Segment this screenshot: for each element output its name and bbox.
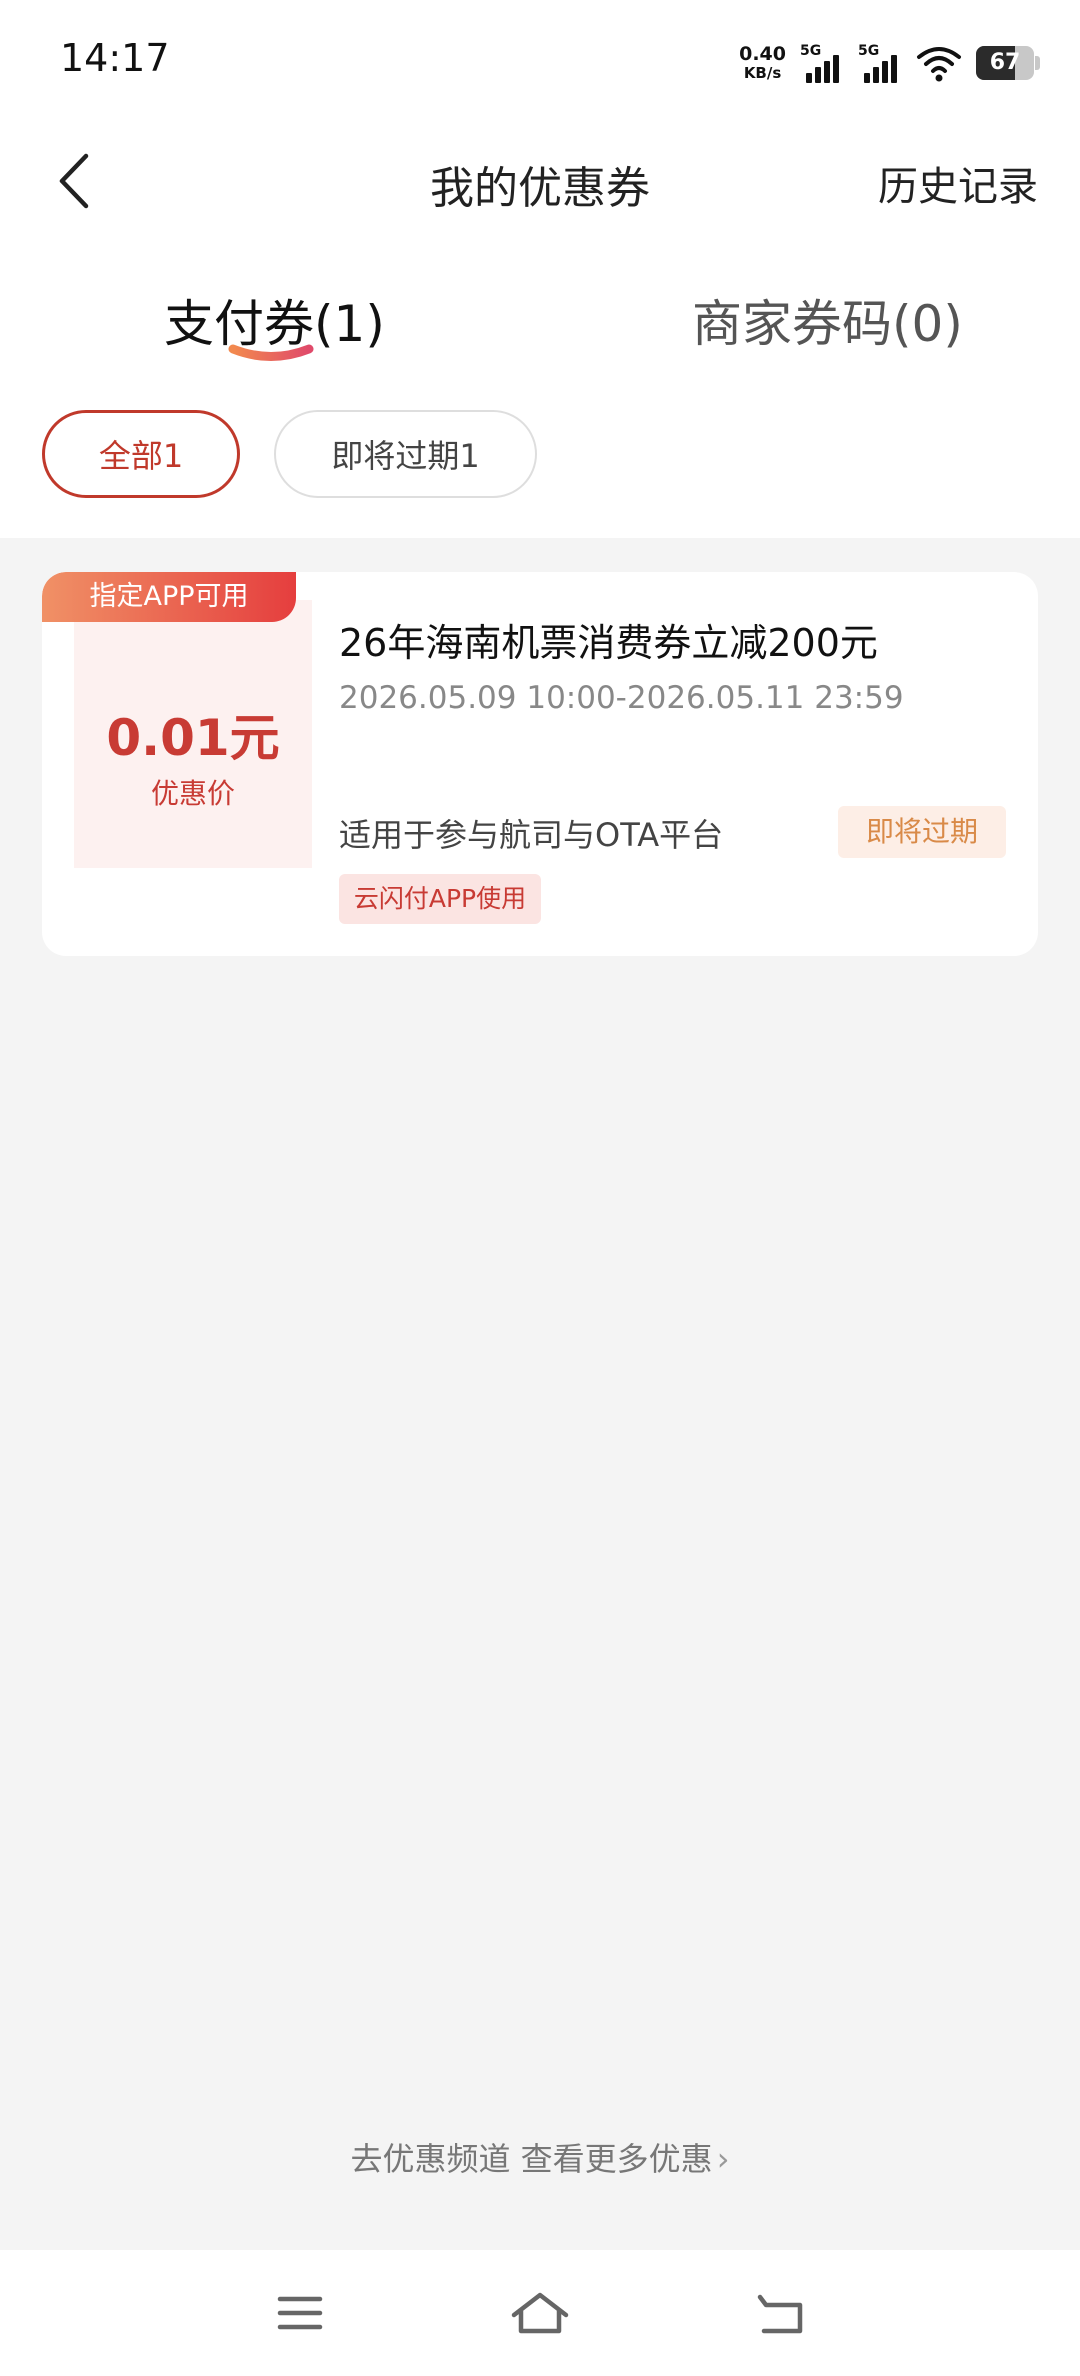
battery-icon: 67 — [976, 46, 1040, 80]
home-icon[interactable] — [490, 2250, 590, 2376]
filter-expiring-label: 即将过期1 — [331, 437, 480, 475]
expiring-badge: 即将过期 — [838, 806, 1006, 858]
tab-merchant-codes[interactable]: 商家券码(0) — [692, 284, 963, 356]
wifi-icon — [917, 47, 961, 82]
filter-all-label: 全部1 — [98, 437, 184, 475]
tab-active-indicator — [228, 344, 314, 361]
coupon-card[interactable]: 0.01元 优惠价 指定APP可用 26年海南机票消费券立减200元 2026.… — [42, 572, 1038, 956]
status-time: 14:17 — [60, 36, 170, 80]
signal-icon: 5G — [800, 43, 844, 83]
signal-label: 5G — [858, 43, 880, 59]
signal-icon: 5G — [858, 43, 902, 83]
app-tag: 云闪付APP使用 — [339, 874, 541, 924]
menu-icon[interactable] — [250, 2250, 350, 2376]
signal-label: 5G — [800, 43, 822, 59]
back-icon[interactable] — [730, 2250, 830, 2376]
app-only-badge: 指定APP可用 — [42, 572, 296, 622]
history-button[interactable]: 历史记录 — [878, 154, 1038, 212]
coupon-price-box: 0.01元 优惠价 — [74, 600, 312, 868]
coupon-title: 26年海南机票消费券立减200元 — [339, 621, 878, 665]
status-icons: 0.40 KB/s 5G 5G 67 — [739, 38, 1040, 88]
more-offers-link[interactable]: 去优惠频道 查看更多优惠 › — [0, 2134, 1080, 2180]
coupon-price-label: 优惠价 — [150, 777, 235, 810]
filter-expiring[interactable]: 即将过期1 — [274, 410, 537, 498]
network-speed-value: 0.40 — [739, 43, 786, 65]
chevron-right-icon: › — [716, 2140, 730, 2178]
coupon-price: 0.01元 — [106, 709, 280, 767]
network-speed-unit: KB/s — [743, 64, 782, 82]
coupon-scope: 适用于参与航司与OTA平台 — [339, 816, 724, 854]
filter-all[interactable]: 全部1 — [42, 410, 240, 498]
chevron-left-icon[interactable] — [52, 150, 102, 212]
coupon-validity: 2026.05.09 10:00-2026.05.11 23:59 — [339, 680, 904, 716]
battery-level: 67 — [989, 50, 1021, 75]
network-speed: 0.40 KB/s — [739, 45, 786, 81]
more-offers-label: 去优惠频道 查看更多优惠 — [350, 2140, 713, 2178]
system-nav-bar — [0, 2250, 1080, 2376]
